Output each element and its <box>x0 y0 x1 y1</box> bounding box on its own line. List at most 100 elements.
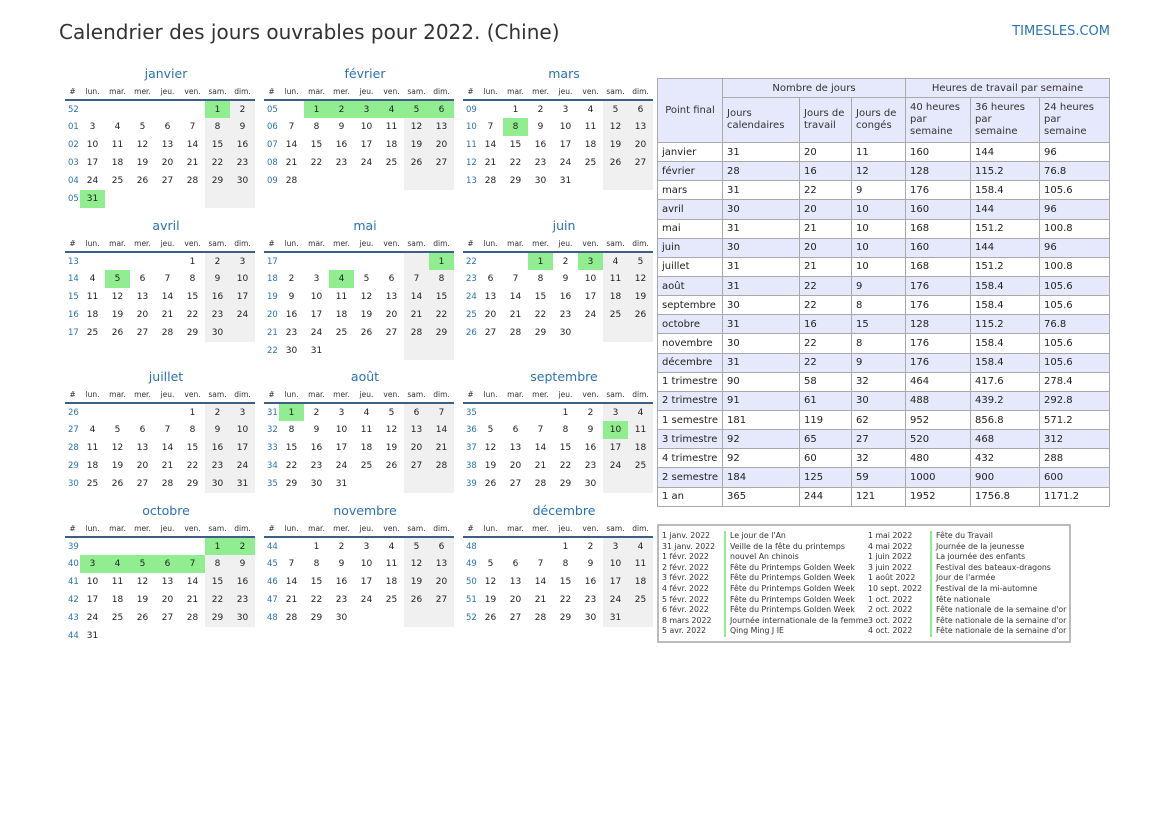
holiday-date: 1 janv. 2022 <box>662 531 711 540</box>
day-cell: 18 <box>628 573 653 591</box>
day-cell: 30 <box>559 328 572 338</box>
day-cell: 5 <box>114 425 121 435</box>
week-row: 44 31 <box>65 627 255 645</box>
day-cell: 11 <box>603 270 628 288</box>
day-cell: 2 <box>329 100 354 118</box>
week-row: 11 14 15 16 17 18 19 20 <box>463 136 653 154</box>
day-cell: 20 <box>429 136 454 154</box>
day-cell: 21 <box>534 595 547 605</box>
day-cell: 27 <box>136 328 149 338</box>
header-24h: 24 heures par semaine <box>1038 97 1111 143</box>
week-number: 33 <box>267 443 278 453</box>
weekday-header: mer. <box>329 521 354 538</box>
summary-value: 90 <box>722 371 800 392</box>
day-cell: 5 <box>404 100 429 118</box>
summary-row: 1 trimestre 90 58 32 464 417.6 278.4 <box>657 371 1111 392</box>
summary-value: 432 <box>970 448 1040 469</box>
day-cell: 19 <box>136 158 149 168</box>
weekday-header: mer. <box>130 236 155 253</box>
summary-row: janvier 31 20 11 160 144 96 <box>657 141 1111 163</box>
day-cell: 26 <box>404 154 429 172</box>
day-cell: 26 <box>628 306 653 324</box>
week-row: 25 20 21 22 23 24 25 26 <box>463 306 653 324</box>
day-cell: 3 <box>603 537 628 555</box>
summary-value: 60 <box>799 448 852 469</box>
day-cell: 20 <box>484 310 497 320</box>
month-grid: # lun. mar. mer. jeu. ven. sam. dim. 44 1 2 3 4 5 6 45 7… <box>264 521 454 627</box>
day-cell <box>628 475 653 493</box>
summary-value: 856.8 <box>970 409 1040 431</box>
day-cell: 19 <box>603 136 628 154</box>
day-cell: 25 <box>603 306 628 324</box>
holiday-name: Fête du Travail <box>930 531 993 542</box>
day-cell: 13 <box>161 577 174 587</box>
holiday-date: 5 févr. 2022 <box>662 594 709 604</box>
summary-value: 119 <box>799 409 852 431</box>
week-row: 33 15 16 17 18 19 20 21 <box>264 439 454 457</box>
day-cell: 30 <box>335 613 348 623</box>
day-cell: 6 <box>388 274 395 284</box>
summary-value: 571.2 <box>1038 409 1111 431</box>
day-cell: 11 <box>111 140 124 150</box>
weekday-header: jeu. <box>155 521 180 538</box>
week-row: 13 1 2 3 <box>65 252 255 270</box>
summary-value: 160 <box>905 237 971 258</box>
day-cell: 13 <box>136 292 149 302</box>
summary-value: 8 <box>851 333 906 354</box>
day-cell: 8 <box>189 274 196 284</box>
weekday-header: mar. <box>304 387 329 404</box>
day-cell: 5 <box>105 270 130 288</box>
holiday-date: 1 févr. 2022 <box>662 552 709 562</box>
month-name: décembre <box>532 503 596 518</box>
day-cell <box>130 537 155 555</box>
weekday-header: sam. <box>404 84 429 101</box>
weekday-header: jeu. <box>155 236 180 253</box>
summary-value: 9 <box>851 352 906 373</box>
day-cell: 19 <box>136 595 149 605</box>
day-cell <box>404 475 429 493</box>
day-cell: 23 <box>534 158 547 168</box>
summary-value: 31 <box>722 275 800 297</box>
day-cell <box>230 627 255 645</box>
day-cell: 11 <box>86 443 99 453</box>
day-cell: 19 <box>111 310 124 320</box>
week-row: 31 1 2 3 4 5 6 7 <box>264 403 454 421</box>
week-number: 45 <box>267 559 278 569</box>
site-link[interactable]: TIMESLES.COM <box>990 24 1110 39</box>
day-cell: 31 <box>603 609 628 627</box>
period-label: mai <box>657 218 723 239</box>
summary-value: 65 <box>799 429 852 450</box>
month-name: mai <box>353 218 377 233</box>
week-number: 51 <box>466 595 477 605</box>
summary-value: 92 <box>722 448 800 469</box>
day-cell: 4 <box>628 403 653 421</box>
summary-value: 144 <box>970 237 1040 258</box>
day-cell <box>80 403 105 421</box>
day-cell: 11 <box>335 292 348 302</box>
week-row: 42 17 18 19 20 21 22 23 <box>65 591 255 609</box>
week-row: 26 1 2 3 <box>65 403 255 421</box>
day-cell: 28 <box>484 176 497 186</box>
day-cell: 30 <box>285 346 298 356</box>
day-cell: 3 <box>230 403 255 421</box>
week-row: 49 5 6 7 8 9 10 11 <box>463 555 653 573</box>
day-cell: 30 <box>230 172 255 190</box>
day-cell: 23 <box>559 310 572 320</box>
day-cell: 27 <box>429 154 454 172</box>
holiday-date: 4 févr. 2022 <box>662 583 709 593</box>
summary-value: 11 <box>851 141 906 163</box>
summary-value: 105.6 <box>1038 275 1111 297</box>
day-cell <box>279 537 304 555</box>
week-row: 05 1 2 3 4 5 6 <box>264 100 454 118</box>
summary-value: 176 <box>905 180 971 201</box>
day-cell: 17 <box>86 595 99 605</box>
day-cell: 25 <box>584 158 597 168</box>
holiday-column: 1 mai 2022 Fête du Travail 4 mai 2022 Journ… <box>868 531 1066 637</box>
day-cell <box>354 172 379 190</box>
week-number: 03 <box>68 158 79 168</box>
day-cell <box>329 252 354 270</box>
day-cell: 28 <box>404 324 429 342</box>
day-cell: 2 <box>338 541 345 552</box>
week-number-header: # <box>65 521 80 538</box>
week-number: 48 <box>267 613 278 623</box>
